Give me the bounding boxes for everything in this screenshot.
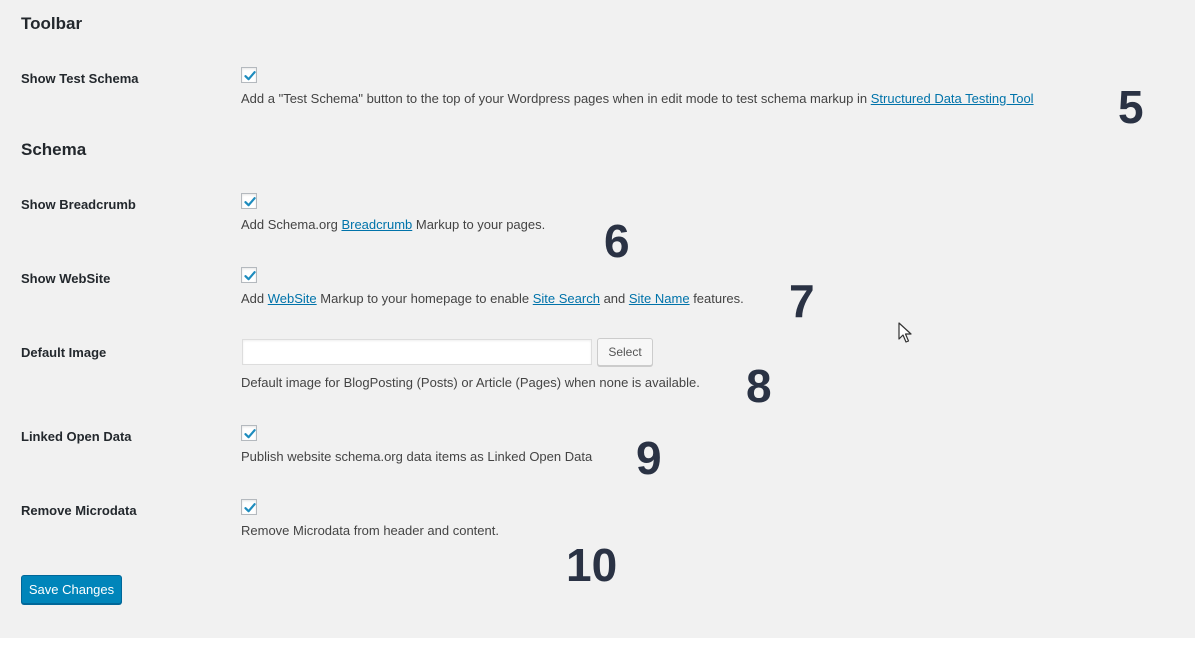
show-website-checkbox[interactable]: [241, 267, 257, 283]
save-changes-button[interactable]: Save Changes: [21, 575, 122, 604]
label-remove-microdata: Remove Microdata: [21, 503, 137, 518]
label-default-image: Default Image: [21, 345, 107, 360]
website-link[interactable]: WebSite: [268, 291, 317, 306]
checkmark-icon: [244, 503, 256, 513]
website-desc-4: features.: [689, 291, 744, 306]
checkmark-icon: [244, 197, 256, 207]
website-desc-1: Add: [241, 291, 268, 306]
label-linked-open-data: Linked Open Data: [21, 429, 132, 444]
breadcrumb-description: Add Schema.org Breadcrumb Markup to your…: [241, 217, 545, 232]
breadcrumb-desc-suffix: Markup to your pages.: [412, 217, 546, 232]
section-title-toolbar: Toolbar: [21, 14, 83, 33]
settings-panel: Toolbar Show Test Schema Add a "Test Sch…: [0, 0, 1195, 638]
annotation-number-5: 5: [1118, 81, 1144, 133]
remove-microdata-description: Remove Microdata from header and content…: [241, 523, 499, 538]
default-image-input[interactable]: [242, 339, 592, 365]
site-search-link[interactable]: Site Search: [533, 291, 600, 306]
checkmark-icon: [244, 429, 256, 439]
show-test-schema-checkbox[interactable]: [241, 67, 257, 83]
linked-open-data-checkbox[interactable]: [241, 425, 257, 441]
linked-open-data-description: Publish website schema.org data items as…: [241, 449, 593, 464]
structured-data-testing-tool-link[interactable]: Structured Data Testing Tool: [871, 91, 1034, 106]
breadcrumb-link[interactable]: Breadcrumb: [341, 217, 412, 232]
checkmark-icon: [244, 271, 256, 281]
select-image-button[interactable]: Select: [597, 338, 653, 366]
section-title-schema: Schema: [21, 140, 87, 159]
show-breadcrumb-checkbox[interactable]: [241, 193, 257, 209]
site-name-link[interactable]: Site Name: [629, 291, 690, 306]
website-desc-3: and: [599, 291, 629, 306]
test-schema-desc-text: Add a "Test Schema" button to the top of…: [241, 91, 871, 106]
checkmark-icon: [244, 71, 256, 81]
annotation-number-9: 9: [636, 432, 662, 484]
label-show-test-schema: Show Test Schema: [21, 71, 139, 86]
label-show-website: Show WebSite: [21, 271, 111, 286]
annotation-number-6: 6: [604, 215, 630, 267]
website-desc-2: Markup to your homepage to enable: [316, 291, 533, 306]
annotation-number-8: 8: [746, 360, 772, 412]
annotation-number-10: 10: [566, 539, 618, 591]
website-description: Add WebSite Markup to your homepage to e…: [241, 291, 744, 306]
default-image-description: Default image for BlogPosting (Posts) or…: [241, 375, 700, 390]
test-schema-description: Add a "Test Schema" button to the top of…: [241, 91, 1034, 106]
label-show-breadcrumb: Show Breadcrumb: [21, 197, 136, 212]
mouse-pointer-icon: [898, 322, 912, 343]
remove-microdata-checkbox[interactable]: [241, 499, 257, 515]
breadcrumb-desc-prefix: Add Schema.org: [241, 217, 342, 232]
annotation-number-7: 7: [789, 275, 815, 327]
